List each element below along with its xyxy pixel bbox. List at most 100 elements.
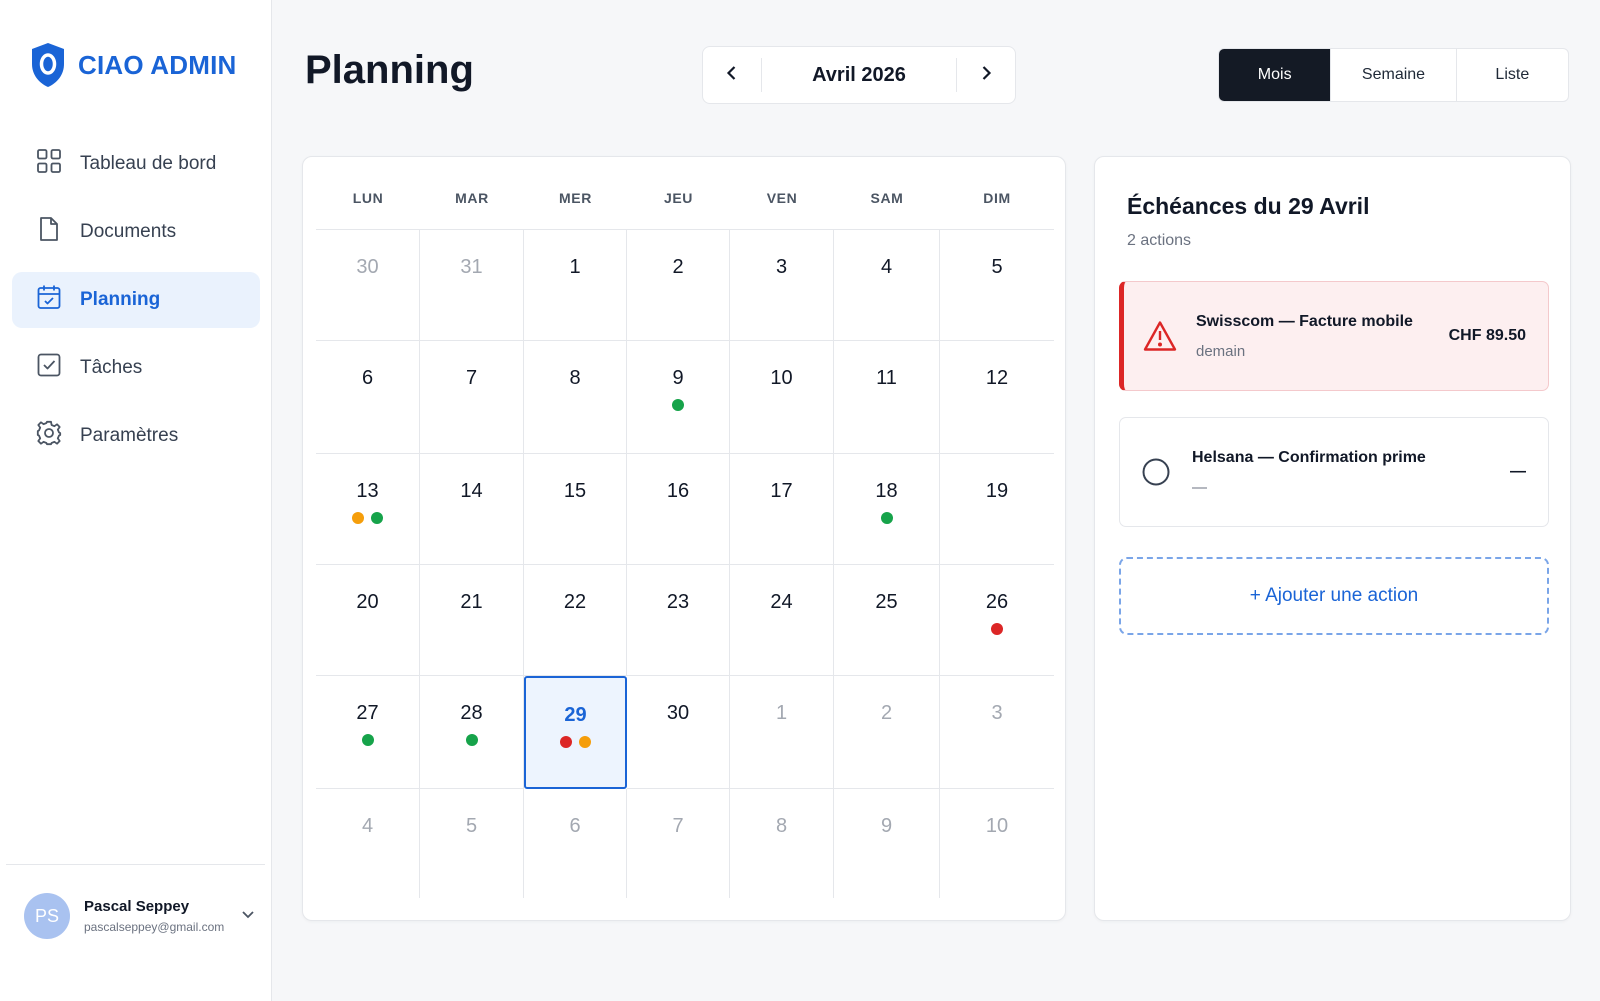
day-cell[interactable]: 6 — [524, 789, 627, 898]
page-title: Planning — [305, 48, 474, 92]
day-cell[interactable]: 26 — [940, 565, 1054, 676]
user-name: Pascal Seppey — [84, 898, 190, 915]
day-cell[interactable]: 17 — [730, 454, 834, 565]
day-cell[interactable]: 15 — [524, 454, 627, 565]
day-number: 1 — [569, 256, 581, 278]
day-cell[interactable]: 12 — [940, 341, 1054, 454]
event-dot-red — [560, 736, 572, 748]
day-cell[interactable]: 21 — [420, 565, 524, 676]
day-number: 23 — [666, 591, 690, 613]
weekday-label: JEU — [663, 190, 694, 206]
grid-icon — [36, 148, 62, 180]
day-cell[interactable]: 23 — [627, 565, 730, 676]
panel-title: Échéances du 29 Avril — [1127, 193, 1370, 219]
day-cell[interactable]: 6 — [316, 341, 420, 454]
day-cell[interactable]: 10 — [940, 789, 1054, 898]
day-number: 19 — [985, 480, 1009, 502]
day-cell[interactable]: 14 — [420, 454, 524, 565]
sidebar-item-tableau-de-bord[interactable]: Tableau de bord — [12, 136, 260, 192]
calendar-icon — [36, 284, 62, 316]
event-dots — [940, 623, 1054, 635]
event-dots — [627, 399, 729, 411]
day-cell[interactable]: 20 — [316, 565, 420, 676]
view-month-button[interactable]: Mois — [1219, 49, 1331, 101]
day-cell[interactable]: 4 — [834, 230, 940, 341]
day-number: 6 — [361, 367, 374, 389]
sidebar-item-label: Tableau de bord — [80, 153, 217, 174]
user-menu[interactable]: PS Pascal Seppey pascalseppey@gmail.com — [24, 888, 256, 944]
day-cell[interactable]: 16 — [627, 454, 730, 565]
day-cell[interactable]: 7 — [627, 789, 730, 898]
day-cell[interactable]: 18 — [834, 454, 940, 565]
avatar: PS — [24, 893, 70, 939]
view-list-button[interactable]: Liste — [1455, 49, 1568, 101]
weekday-header: LUN MAR MER JEU VEN SAM DIM — [316, 177, 1054, 219]
prev-month-button[interactable] — [703, 47, 761, 103]
chevron-right-icon — [977, 64, 995, 87]
day-cell[interactable]: 9 — [834, 789, 940, 898]
next-month-button[interactable] — [957, 47, 1015, 103]
day-cell[interactable]: 19 — [940, 454, 1054, 565]
calendar-grid: 30 31 1 2 3 4 5 6 7 8 9 10 11 12 13 14 15 16 17 18 19 20 21 22 2… — [316, 229, 1054, 898]
weekday-label: LUN — [352, 190, 384, 206]
user-email: pascalseppey@gmail.com — [84, 920, 225, 934]
day-number: 7 — [672, 815, 684, 837]
day-cell[interactable]: 28 — [420, 676, 524, 789]
view-week-button[interactable]: Semaine — [1330, 49, 1455, 101]
brand-name: CIAO ADMIN — [78, 49, 237, 80]
sidebar-item-label: Paramètres — [80, 425, 179, 446]
weekday-label: VEN — [766, 190, 798, 206]
user-info: Pascal Seppey pascalseppey@gmail.com — [84, 898, 226, 934]
day-cell[interactable]: 11 — [834, 341, 940, 454]
day-number: 12 — [985, 367, 1009, 389]
day-cell[interactable]: 30 — [316, 230, 420, 341]
day-number: 8 — [775, 815, 788, 837]
day-number: 1 — [775, 702, 788, 724]
day-cell[interactable]: 13 — [316, 454, 420, 565]
day-cell[interactable]: 5 — [940, 230, 1054, 341]
day-cell[interactable]: 1 — [524, 230, 627, 341]
day-number: 4 — [361, 815, 374, 837]
day-cell-selected[interactable]: 29 — [524, 676, 627, 789]
day-cell[interactable]: 2 — [627, 230, 730, 341]
sidebar-item-label: Planning — [80, 289, 161, 310]
day-cell[interactable]: 2 — [834, 676, 940, 789]
action-card-urgent[interactable]: Swisscom — Facture mobile demain CHF 89.… — [1119, 281, 1549, 391]
day-number: 4 — [880, 256, 893, 278]
day-cell[interactable]: 30 — [627, 676, 730, 789]
day-cell[interactable]: 8 — [730, 789, 834, 898]
add-action-button[interactable]: + Ajouter une action — [1119, 557, 1549, 635]
sidebar-item-documents[interactable]: Documents — [12, 204, 260, 260]
day-cell[interactable]: 4 — [316, 789, 420, 898]
event-dot-orange — [352, 512, 364, 524]
day-cell[interactable]: 25 — [834, 565, 940, 676]
day-cell[interactable]: 1 — [730, 676, 834, 789]
day-cell[interactable]: 3 — [730, 230, 834, 341]
chevron-down-icon[interactable] — [240, 906, 256, 927]
day-number: 27 — [356, 702, 379, 724]
chevron-left-icon — [723, 64, 741, 87]
action-due: — — [1192, 478, 1207, 496]
day-cell[interactable]: 22 — [524, 565, 627, 676]
day-cell[interactable]: 10 — [730, 341, 834, 454]
day-cell[interactable]: 5 — [420, 789, 524, 898]
sidebar-item-planning[interactable]: Planning — [12, 272, 260, 328]
circle-icon[interactable] — [1120, 457, 1192, 487]
brand[interactable]: CIAO ADMIN — [30, 42, 236, 88]
event-dot-green — [880, 512, 893, 524]
day-number: 29 — [564, 704, 587, 726]
calendar-card: LUN MAR MER JEU VEN SAM DIM 30 31 1 2 3 4 5 6 7 8 9 10 11 1… — [302, 156, 1066, 921]
day-cell[interactable]: 31 — [420, 230, 524, 341]
weekday-label: MAR — [455, 190, 489, 206]
sidebar-item-taches[interactable]: Tâches — [12, 340, 260, 396]
action-card[interactable]: Helsana — Confirmation prime — — — [1119, 417, 1549, 527]
day-cell[interactable]: 7 — [420, 341, 524, 454]
day-number: 31 — [460, 256, 483, 278]
sidebar-item-parametres[interactable]: Paramètres — [12, 408, 260, 464]
day-cell[interactable]: 24 — [730, 565, 834, 676]
day-cell[interactable]: 8 — [524, 341, 627, 454]
day-cell[interactable]: 9 — [627, 341, 730, 454]
day-cell[interactable]: 27 — [316, 676, 420, 789]
sidebar-item-label: Tâches — [80, 357, 143, 378]
day-cell[interactable]: 3 — [940, 676, 1054, 789]
